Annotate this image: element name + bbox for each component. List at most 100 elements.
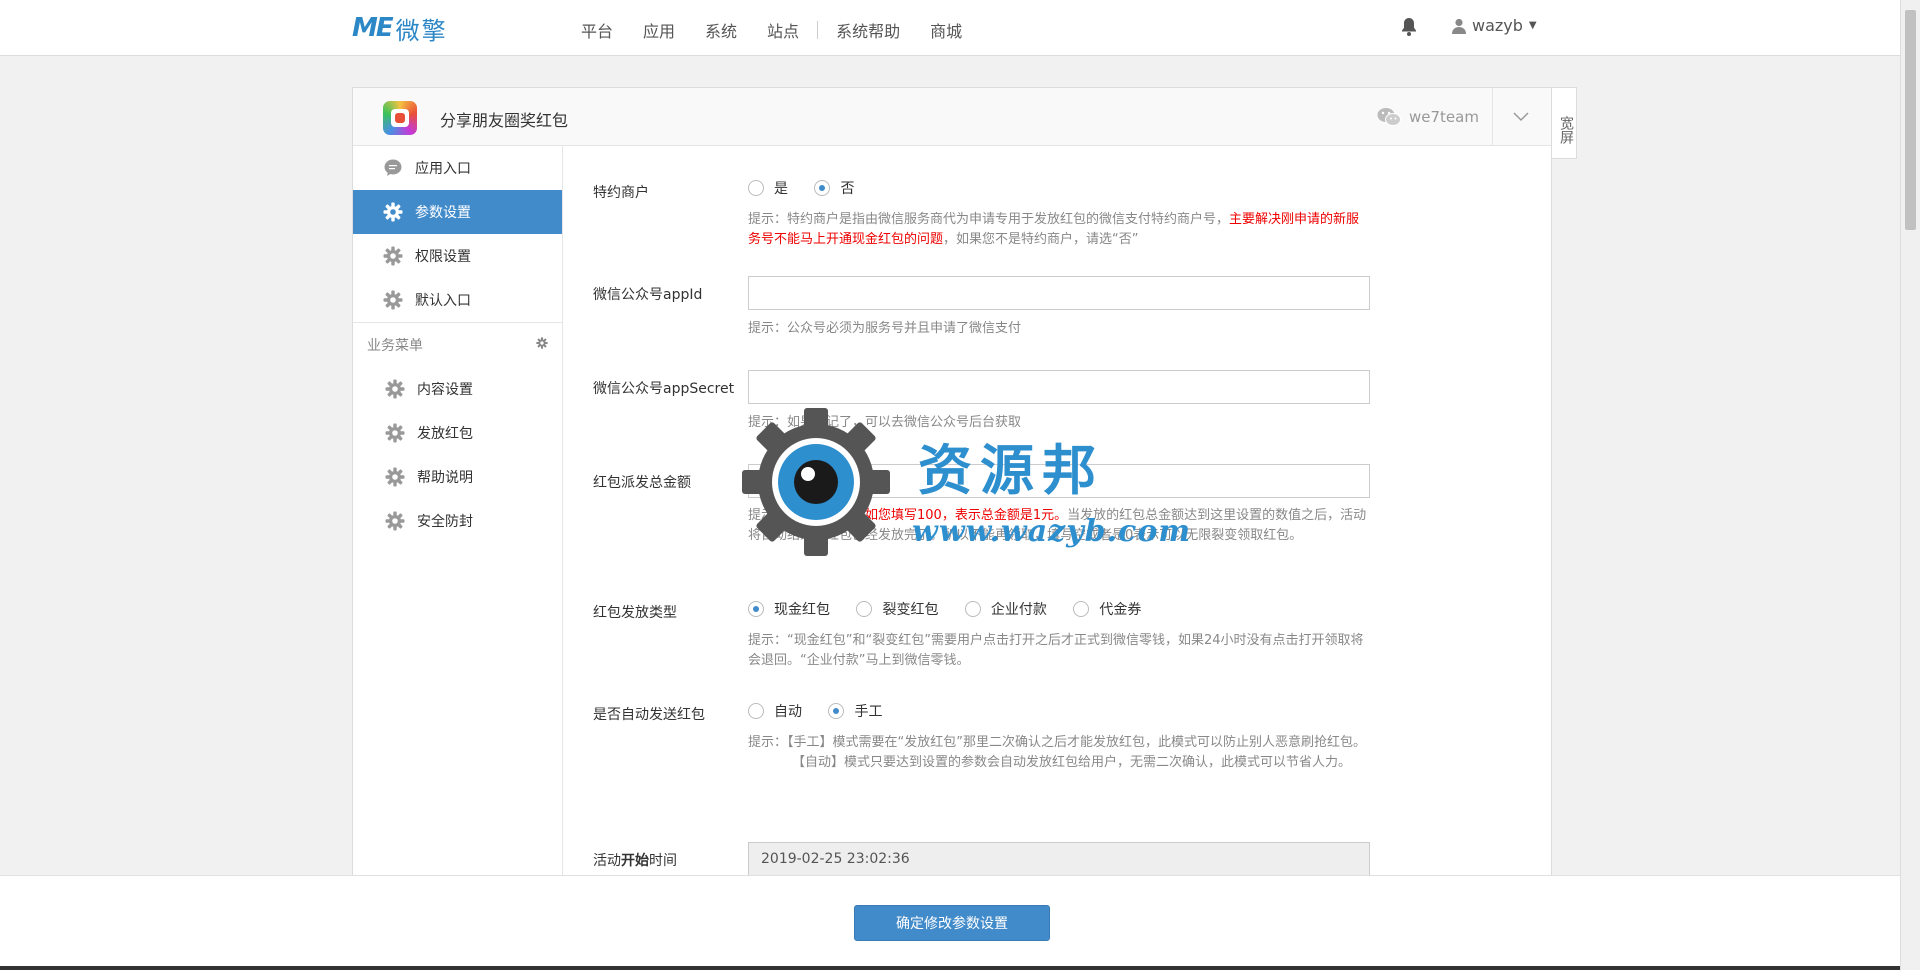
appsecret-input[interactable] bbox=[748, 370, 1370, 404]
field-hint: 提示：如果忘记了，可以去微信公众号后台获取 bbox=[748, 415, 1022, 430]
radio-type-voucher[interactable]: 代金券 bbox=[1073, 599, 1141, 619]
radio-label: 自动 bbox=[774, 704, 802, 720]
radio-type-cash[interactable]: 现金红包 bbox=[748, 599, 830, 619]
radio-dot bbox=[828, 703, 845, 719]
main-nav: 平台 应用 系统 站点 系统帮助 商城 bbox=[581, 18, 992, 42]
account-switch[interactable]: we7team bbox=[1377, 107, 1479, 127]
hint-text: 提示： bbox=[748, 508, 788, 523]
sidebar-item-entry[interactable]: 应用入口 bbox=[353, 146, 562, 190]
nav-item-site[interactable]: 站点 bbox=[767, 18, 799, 42]
radio-special-no[interactable]: 否 bbox=[814, 178, 854, 198]
field-label: 是否自动发送红包 bbox=[593, 707, 705, 723]
sidebar-item-help[interactable]: 帮助说明 bbox=[353, 455, 562, 499]
nav-item-help[interactable]: 系统帮助 bbox=[836, 18, 900, 42]
radio-dot bbox=[814, 180, 831, 196]
field-label: 红包发放类型 bbox=[593, 605, 677, 621]
submit-button[interactable]: 确定修改参数设置 bbox=[854, 905, 1050, 941]
appid-input[interactable] bbox=[748, 276, 1370, 310]
field-hint: 提示：公众号必须为服务号并且申请了微信支付 bbox=[748, 321, 1022, 336]
field-label: 微信公众号appId bbox=[593, 287, 703, 303]
sidebar-item-content[interactable]: 内容设置 bbox=[353, 367, 562, 411]
radio-label: 现金红包 bbox=[774, 602, 830, 618]
wechat-icon bbox=[1377, 108, 1401, 126]
caret-down-icon: ▼ bbox=[1528, 20, 1537, 31]
nav-divider bbox=[817, 21, 819, 39]
sidebar-item-params[interactable]: 参数设置 bbox=[353, 190, 562, 234]
bell-icon[interactable] bbox=[1401, 17, 1417, 37]
app-title: 分享朋友圈奖红包 bbox=[440, 111, 569, 130]
field-label: 微信公众号appSecret bbox=[593, 381, 735, 397]
vertical-scrollbar[interactable] bbox=[1900, 0, 1920, 970]
sidebar-item-label: 内容设置 bbox=[417, 382, 473, 398]
scrollbar-thumb[interactable] bbox=[1905, 10, 1916, 230]
sidebar-item-label: 默认入口 bbox=[415, 293, 471, 309]
radio-label: 代金券 bbox=[1099, 602, 1142, 618]
app-icon bbox=[383, 101, 417, 135]
header-divider bbox=[1492, 88, 1493, 146]
brand-name: 微擎 bbox=[395, 16, 448, 45]
bottom-strip bbox=[0, 966, 1900, 970]
user-icon bbox=[1452, 18, 1466, 34]
radio-label: 是 bbox=[774, 181, 788, 197]
field-hint: 提示：单位为分，如如您填写100，表示总金额是1元。当发放的红包总金额达到这里设… bbox=[748, 506, 1370, 546]
radio-dot bbox=[1073, 601, 1090, 617]
sidebar-group-label: 业务菜单 bbox=[367, 338, 423, 354]
sidebar-group-business: 业务菜单 bbox=[353, 323, 562, 367]
field-hint: 【自动】模式只要达到设置的参数会自动发放红包给用户，无需二次确认，此模式可以节省… bbox=[792, 755, 1352, 770]
radio-type-fission[interactable]: 裂变红包 bbox=[856, 599, 938, 619]
label-part: 活动 bbox=[593, 853, 621, 869]
nav-item-apps[interactable]: 应用 bbox=[643, 18, 675, 42]
field-hint: 提示：【手工】模式需要在“发放红包”那里二次确认之后才能发放红包，此模式可以防止… bbox=[748, 735, 1366, 750]
start-time-input[interactable]: 2019-02-25 23:02:36 bbox=[748, 842, 1370, 876]
sidebar-item-send[interactable]: 发放红包 bbox=[353, 411, 562, 455]
field-hint: 提示：“现金红包”和“裂变红包”需要用户点击打开之后才正式到微信零钱，如果24小… bbox=[748, 633, 1364, 668]
radio-dot bbox=[748, 180, 764, 196]
sidebar-item-label: 发放红包 bbox=[417, 426, 473, 442]
radio-dot bbox=[748, 601, 764, 617]
sidebar-item-label: 权限设置 bbox=[415, 249, 471, 265]
sidebar-item-permissions[interactable]: 权限设置 bbox=[353, 234, 562, 278]
field-label: 特约商户 bbox=[593, 185, 649, 201]
nav-item-store[interactable]: 商城 bbox=[930, 18, 962, 42]
sidebar-item-label: 参数设置 bbox=[415, 205, 471, 221]
total-amount-input[interactable] bbox=[748, 464, 1370, 498]
user-menu[interactable]: wazyb ▼ bbox=[1452, 16, 1537, 35]
gear-icon bbox=[385, 467, 405, 487]
nav-item-platform[interactable]: 平台 bbox=[581, 18, 613, 42]
gear-icon bbox=[383, 202, 403, 222]
sidebar-item-label: 帮助说明 bbox=[417, 470, 473, 486]
field-hint: 提示：特约商户是指由微信服务商代为申请专用于发放红包的微信支付特约商户号，主要解… bbox=[748, 210, 1370, 250]
radio-label: 手工 bbox=[854, 704, 883, 720]
gear-icon[interactable] bbox=[536, 337, 548, 353]
app-panel: 分享朋友圈奖红包 we7team 应用入口 参数设置 权限设置 默认入口 业务菜… bbox=[352, 87, 1552, 887]
radio-manual[interactable]: 手工 bbox=[828, 701, 882, 721]
radio-label: 否 bbox=[840, 181, 855, 197]
hint-text: 提示：特约商户是指由微信服务商代为申请专用于发放红包的微信支付特约商户号， bbox=[748, 212, 1230, 227]
gear-icon bbox=[383, 290, 403, 310]
wide-screen-button[interactable]: 宽屏 bbox=[1551, 87, 1577, 159]
chat-icon bbox=[383, 158, 403, 178]
brand-logo[interactable]: ME 微擎 bbox=[352, 12, 448, 45]
radio-dot bbox=[748, 703, 764, 719]
field-label: 活动开始时间 bbox=[593, 850, 677, 870]
nav-item-system[interactable]: 系统 bbox=[705, 18, 737, 42]
radio-special-yes[interactable]: 是 bbox=[748, 178, 788, 198]
panel-header: 分享朋友圈奖红包 we7team bbox=[353, 88, 1551, 146]
footer-bar: 确定修改参数设置 bbox=[0, 875, 1900, 970]
gear-icon bbox=[383, 246, 403, 266]
user-name: wazyb bbox=[1472, 16, 1523, 35]
label-part: 时间 bbox=[649, 853, 677, 869]
hint-warning: 单位为分，如如您填写100，表示总金额是1元。 bbox=[787, 508, 1068, 523]
radio-type-enterprise[interactable]: 企业付款 bbox=[964, 599, 1047, 619]
label-part: 开始 bbox=[621, 853, 649, 869]
sidebar-item-security[interactable]: 安全防封 bbox=[353, 499, 562, 543]
radio-dot bbox=[964, 601, 981, 617]
sidebar-item-label: 安全防封 bbox=[417, 514, 473, 530]
sidebar-item-default-entry[interactable]: 默认入口 bbox=[353, 278, 562, 322]
radio-auto[interactable]: 自动 bbox=[748, 701, 802, 721]
radio-label: 裂变红包 bbox=[882, 602, 939, 618]
sidebar-item-label: 应用入口 bbox=[415, 161, 471, 177]
chevron-down-icon[interactable] bbox=[1511, 106, 1531, 126]
gear-icon bbox=[385, 423, 405, 443]
sidebar: 应用入口 参数设置 权限设置 默认入口 业务菜单 内容设置 发放红包 帮助说明 … bbox=[353, 146, 563, 886]
